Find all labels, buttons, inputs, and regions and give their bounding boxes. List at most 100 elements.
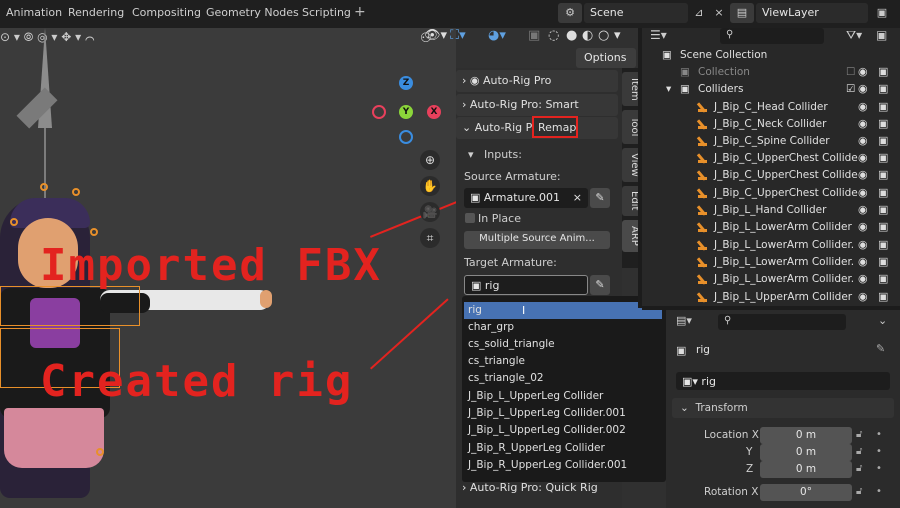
- menu-compositing[interactable]: Compositing: [132, 6, 201, 19]
- shading-rendered-icon[interactable]: ○: [598, 28, 609, 43]
- location-z-field[interactable]: 0 m: [760, 461, 852, 478]
- inputs-label[interactable]: ▾ Inputs:: [468, 148, 522, 161]
- include-checkbox[interactable]: ☑: [846, 83, 855, 95]
- dropdown-item[interactable]: cs_triangle_02: [464, 370, 662, 387]
- menu-rendering[interactable]: Rendering: [68, 6, 124, 19]
- eye-icon[interactable]: ◉: [858, 238, 868, 251]
- panel-auto-rig-pro-quick-rig[interactable]: › Auto-Rig Pro: Quick Rig: [462, 481, 638, 497]
- source-armature-field[interactable]: ▣ Armature.001 ×: [464, 188, 588, 208]
- gizmo-toggle-icon[interactable]: ⛶▾: [450, 28, 466, 43]
- camera-icon[interactable]: ▣: [878, 220, 888, 233]
- dropdown-item[interactable]: cs_triangle: [464, 353, 662, 370]
- camera-icon[interactable]: ▣: [878, 272, 888, 285]
- dropdown-item[interactable]: J_Bip_L_UpperLeg Collider: [464, 388, 662, 405]
- keyframe-dot-icon[interactable]: •: [876, 429, 882, 440]
- exclude-checkbox[interactable]: ☐: [846, 66, 855, 78]
- options-button[interactable]: Options ▾: [576, 48, 636, 77]
- lock-icon[interactable]: 🔓︎: [856, 486, 862, 497]
- menu-scripting[interactable]: Scripting: [302, 6, 351, 19]
- object-name-field[interactable]: ▣▾ rig: [676, 372, 890, 390]
- properties-editor-icon[interactable]: ▤▾: [676, 314, 692, 327]
- chevron-down-icon[interactable]: ⌄: [878, 314, 887, 327]
- lock-icon[interactable]: 🔓︎: [856, 446, 862, 457]
- dropdown-item-rig[interactable]: rig: [464, 302, 662, 319]
- clear-icon[interactable]: ×: [573, 191, 582, 204]
- visibility-icon[interactable]: 👁▾: [424, 28, 447, 43]
- dropdown-item[interactable]: char_grp: [464, 319, 662, 336]
- dropdown-item[interactable]: cs_solid_triangle: [464, 336, 662, 353]
- outliner-item[interactable]: J_Bip_C_Spine Collider ◉ ▣: [642, 134, 900, 151]
- eye-icon[interactable]: ◉: [858, 272, 868, 285]
- filter-icon[interactable]: ⛛▾: [846, 28, 862, 43]
- grid-icon[interactable]: ⌗: [420, 228, 440, 248]
- eye-icon[interactable]: ◉: [858, 100, 868, 113]
- gizmo-neg-z-axis[interactable]: [399, 130, 413, 144]
- camera-icon[interactable]: ▣: [878, 117, 888, 130]
- camera-icon[interactable]: ▣: [878, 151, 888, 164]
- dropdown-item[interactable]: J_Bip_R_UpperLeg Collider.001: [464, 457, 662, 474]
- navigation-gizmo[interactable]: Z Y X: [368, 74, 448, 154]
- outliner-item[interactable]: J_Bip_L_LowerArm Collider. ◉ ▣: [642, 272, 900, 289]
- lock-icon[interactable]: 🔓︎: [856, 429, 862, 440]
- close-viewlayer-icon[interactable]: ▣: [870, 3, 894, 23]
- outliner-colliders[interactable]: ▾ ▣ Colliders ☑ ◉ ▣: [642, 82, 900, 99]
- zoom-icon[interactable]: ⊕: [420, 150, 440, 170]
- eye-icon[interactable]: ◉: [858, 151, 868, 164]
- eye-icon[interactable]: ◉: [858, 290, 868, 303]
- camera-icon[interactable]: ▣: [878, 100, 888, 113]
- shading-solid-icon[interactable]: ●: [566, 28, 577, 43]
- add-workspace-button[interactable]: +: [354, 4, 366, 20]
- pin-icon[interactable]: ⊿: [690, 3, 708, 23]
- properties-search-input[interactable]: ⚲: [718, 314, 846, 330]
- camera-icon[interactable]: ▣: [878, 82, 888, 95]
- outliner-item[interactable]: J_Bip_C_UpperChest Collide ◉ ▣: [642, 186, 900, 203]
- eye-icon[interactable]: ◉: [858, 65, 868, 78]
- outliner-item[interactable]: J_Bip_C_UpperChest Collide ◉ ▣: [642, 151, 900, 168]
- location-x-field[interactable]: 0 m: [760, 427, 852, 444]
- eye-icon[interactable]: ◉: [858, 203, 868, 216]
- area-divider[interactable]: [638, 28, 642, 308]
- eye-icon[interactable]: ◉: [858, 255, 868, 268]
- gizmo-z-axis[interactable]: Z: [399, 76, 413, 90]
- scene-field[interactable]: Scene: [584, 3, 688, 23]
- overlay-icon[interactable]: ◕▾: [488, 28, 506, 43]
- gizmo-neg-x-axis[interactable]: [372, 105, 386, 119]
- camera-icon[interactable]: ▣: [878, 134, 888, 147]
- target-armature-field[interactable]: ▣ rig: [464, 275, 588, 295]
- outliner-item[interactable]: J_Bip_L_Hand Collider ◉ ▣: [642, 203, 900, 220]
- outliner-item[interactable]: J_Bip_L_LowerArm Collider ◉ ▣: [642, 220, 900, 237]
- camera-icon[interactable]: ▣: [878, 65, 888, 78]
- eyedropper-icon[interactable]: ✎: [590, 188, 610, 208]
- keyframe-dot-icon[interactable]: •: [876, 446, 882, 457]
- expand-chevron-icon[interactable]: ▾: [666, 83, 671, 95]
- lock-icon[interactable]: 🔓︎: [856, 463, 862, 474]
- outliner-item[interactable]: J_Bip_L_LowerArm Collider. ◉ ▣: [642, 238, 900, 255]
- new-collection-icon[interactable]: ▣: [876, 28, 887, 42]
- eye-icon[interactable]: ◉: [858, 186, 868, 199]
- outliner-editor-icon[interactable]: ☰▾: [650, 28, 667, 42]
- eye-icon[interactable]: ◉: [858, 220, 868, 233]
- keyframe-dot-icon[interactable]: •: [876, 486, 882, 497]
- menu-geometry-nodes[interactable]: Geometry Nodes: [206, 6, 299, 19]
- outliner-item[interactable]: J_Bip_C_Neck Collider ◉ ▣: [642, 117, 900, 134]
- outliner-search-input[interactable]: ⚲: [720, 28, 824, 44]
- eye-icon[interactable]: ◉: [858, 168, 868, 181]
- outliner-item[interactable]: J_Bip_L_LowerArm Collider. ◉ ▣: [642, 255, 900, 272]
- remap-highlight[interactable]: Remap: [532, 116, 578, 138]
- outliner-scene-collection[interactable]: ▣ Scene Collection: [642, 48, 900, 65]
- eye-icon[interactable]: ◉: [858, 82, 868, 95]
- scene-icon[interactable]: ⚙: [558, 3, 582, 23]
- xray-icon[interactable]: ▣: [528, 28, 540, 43]
- location-y-field[interactable]: 0 m: [760, 444, 852, 461]
- panel-auto-rig-pro-smart[interactable]: › Auto-Rig Pro: Smart: [456, 94, 618, 116]
- dropdown-item[interactable]: J_Bip_R_UpperLeg Collider: [464, 440, 662, 457]
- outliner-item[interactable]: J_Bip_C_UpperChest Collide ◉ ▣: [642, 168, 900, 185]
- shading-wireframe-icon[interactable]: ◌: [548, 28, 559, 43]
- camera-icon[interactable]: ▣: [878, 168, 888, 181]
- shading-material-icon[interactable]: ◐: [582, 28, 593, 43]
- multiple-source-anim-button[interactable]: Multiple Source Anim...: [464, 231, 610, 249]
- gizmo-x-axis[interactable]: X: [427, 105, 441, 119]
- close-scene-icon[interactable]: ×: [712, 3, 726, 23]
- pin-icon[interactable]: ✎: [876, 342, 885, 355]
- panel-auto-rig-pro[interactable]: › ◉ Auto-Rig Pro: [456, 70, 618, 92]
